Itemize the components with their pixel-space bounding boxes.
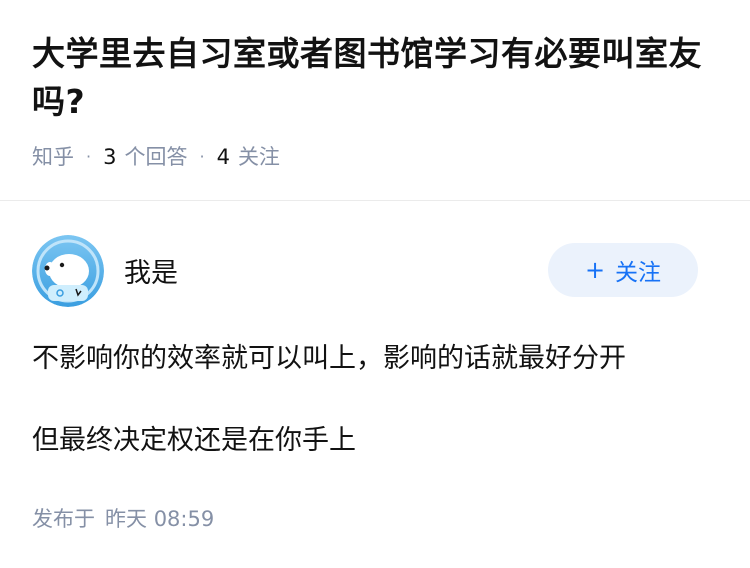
avatar-icon (32, 235, 104, 307)
publish-date: 昨天 (105, 507, 147, 531)
follow-button-label: 关注 (615, 260, 662, 286)
answer-paragraph: 不影响你的效率就可以叫上，影响的话就最好分开 (32, 343, 626, 374)
follow-button[interactable]: + 关注 (548, 243, 698, 297)
question-header: 大学里去自习室或者图书馆学习有必要叫室友吗? 知乎 · 3 个回答 · 4 关注 (0, 0, 750, 170)
follow-count[interactable]: 4 关注 (217, 141, 280, 171)
answer-count-label: 个回答 (124, 145, 188, 169)
publish-time: 发布于 昨天 08:59 (32, 503, 718, 533)
avatar[interactable] (32, 235, 104, 307)
answer-paragraph: 但最终决定权还是在你手上 (32, 425, 356, 456)
answer-count[interactable]: 3 个回答 (103, 141, 187, 171)
meta-separator: · (199, 146, 205, 166)
follow-count-number: 4 (216, 145, 230, 169)
answer-content: 不影响你的效率就可以叫上，影响的话就最好分开 但最终决定权还是在你手上 (32, 339, 718, 461)
source-label[interactable]: 知乎 (32, 141, 74, 171)
author-name[interactable]: 我是 (124, 251, 178, 290)
author-row: 我是 + 关注 (32, 201, 718, 321)
answer-card: 我是 + 关注 不影响你的效率就可以叫上，影响的话就最好分开 但最终决定权还是在… (0, 201, 750, 533)
answer-count-number: 3 (103, 145, 117, 169)
follow-count-label: 关注 (237, 145, 280, 169)
meta-separator: · (86, 146, 92, 166)
publish-label: 发布于 (32, 507, 95, 531)
plus-icon: + (584, 256, 606, 284)
publish-clock: 08:59 (153, 507, 215, 531)
question-title[interactable]: 大学里去自习室或者图书馆学习有必要叫室友吗? (32, 30, 718, 126)
question-meta: 知乎 · 3 个回答 · 4 关注 (32, 141, 718, 171)
